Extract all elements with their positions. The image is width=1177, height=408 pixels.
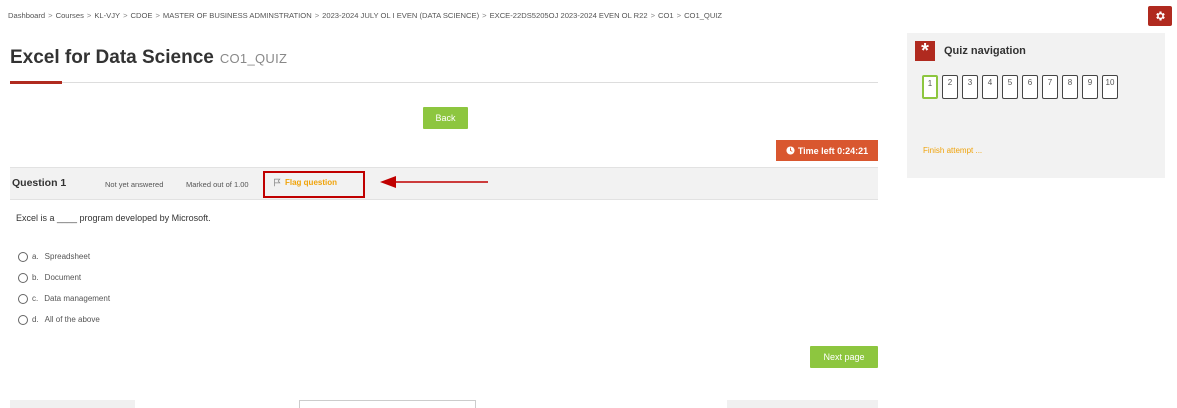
question-button-1[interactable]: 1 <box>922 75 938 99</box>
breadcrumb-dashboard[interactable]: Dashboard <box>8 11 45 20</box>
settings-button[interactable] <box>1148 6 1172 26</box>
breadcrumb-separator: > <box>123 11 128 20</box>
radio-button[interactable] <box>18 272 28 283</box>
breadcrumb-separator: > <box>676 11 682 20</box>
breadcrumb-course[interactable]: EXCE-22DS5205OJ 2023-2024 EVEN OL R22 <box>490 11 648 20</box>
breadcrumb-kl-vjy[interactable]: KL-VJY <box>94 11 120 20</box>
clock-icon <box>786 146 795 155</box>
question-button-4[interactable]: 4 <box>982 75 998 99</box>
question-button-8[interactable]: 8 <box>1062 75 1078 99</box>
gear-icon <box>1156 11 1165 21</box>
question-button-7[interactable]: 7 <box>1042 75 1058 99</box>
radio-button[interactable] <box>18 314 28 325</box>
answer-text: Document <box>44 273 82 282</box>
back-button[interactable]: Back <box>423 107 468 129</box>
breadcrumb-separator: > <box>86 11 92 20</box>
answer-option-a[interactable]: a. Spreadsheet <box>18 246 110 267</box>
title-divider <box>10 82 878 83</box>
asterisk-icon: * <box>915 41 935 61</box>
answer-letter: d. <box>32 315 39 324</box>
question-button-10[interactable]: 10 <box>1102 75 1118 99</box>
breadcrumb: Dashboard > Courses > KL-VJY > CDOE > MASTER OF … <box>8 11 722 20</box>
breadcrumb-separator: > <box>48 11 53 20</box>
breadcrumb-courses[interactable]: Courses <box>56 11 84 20</box>
question-button-3[interactable]: 3 <box>962 75 978 99</box>
quiz-navigation-header: * Quiz navigation <box>915 41 1026 61</box>
annotation-arrow <box>380 176 488 188</box>
question-button-2[interactable]: 2 <box>942 75 958 99</box>
radio-button[interactable] <box>18 293 28 304</box>
answer-text: All of the above <box>44 315 100 324</box>
answer-text: Data management <box>44 294 111 303</box>
answer-options: a. Spreadsheet b. Document c. Data manag… <box>18 246 110 330</box>
finish-attempt-link[interactable]: Finish attempt ... <box>923 146 982 155</box>
question-marks: Marked out of 1.00 <box>186 180 249 189</box>
question-buttons: 1 2 3 4 5 6 7 8 9 10 <box>922 75 1162 99</box>
flag-icon <box>274 178 281 187</box>
question-state: Not yet answered <box>105 180 164 189</box>
page-title: Excel for Data Science CO1_QUIZ <box>10 47 287 69</box>
breadcrumb-separator: > <box>155 11 160 20</box>
question-title: Question 1 <box>12 177 67 189</box>
answer-text: Spreadsheet <box>44 252 91 261</box>
breadcrumb-cdoe[interactable]: CDOE <box>131 11 153 20</box>
flag-question-link[interactable]: Flag question <box>273 178 337 187</box>
next-page-button[interactable]: Next page <box>810 346 878 368</box>
breadcrumb-quiz[interactable]: CO1_QUIZ <box>684 11 722 20</box>
answer-option-c[interactable]: c. Data management <box>18 288 110 309</box>
footer-block <box>10 400 135 408</box>
title-accent-bar <box>10 81 62 84</box>
breadcrumb-program[interactable]: MASTER OF BUSINESS ADMINSTRATION <box>163 11 312 20</box>
footer-select[interactable] <box>299 400 476 408</box>
timer-label: Time left 0:24:21 <box>797 145 869 156</box>
answer-letter: a. <box>32 252 39 261</box>
timer-badge: Time left 0:24:21 <box>776 140 878 161</box>
answer-letter: b. <box>32 273 39 282</box>
question-text: Excel is a ____ program developed by Mic… <box>16 213 211 223</box>
answer-option-d[interactable]: d. All of the above <box>18 309 110 330</box>
breadcrumb-separator: > <box>650 11 656 20</box>
footer-block <box>727 400 878 408</box>
quiz-navigation-title: Quiz navigation <box>944 45 1026 57</box>
answer-letter: c. <box>32 294 39 303</box>
breadcrumb-separator: > <box>314 11 320 20</box>
answer-option-b[interactable]: b. Document <box>18 267 110 288</box>
breadcrumb-co1[interactable]: CO1 <box>658 11 674 20</box>
quiz-navigation-panel: * Quiz navigation 1 2 3 4 5 6 7 8 9 10 F… <box>907 33 1165 178</box>
quiz-subtitle: CO1_QUIZ <box>219 51 288 66</box>
flag-question-label: Flag question <box>285 178 337 187</box>
breadcrumb-term[interactable]: 2023-2024 JULY OL I EVEN (DATA SCIENCE) <box>322 11 479 20</box>
question-button-5[interactable]: 5 <box>1002 75 1018 99</box>
course-title: Excel for Data Science <box>10 47 214 68</box>
breadcrumb-separator: > <box>482 11 487 20</box>
question-button-6[interactable]: 6 <box>1022 75 1038 99</box>
radio-button[interactable] <box>18 251 28 262</box>
question-button-9[interactable]: 9 <box>1082 75 1098 99</box>
